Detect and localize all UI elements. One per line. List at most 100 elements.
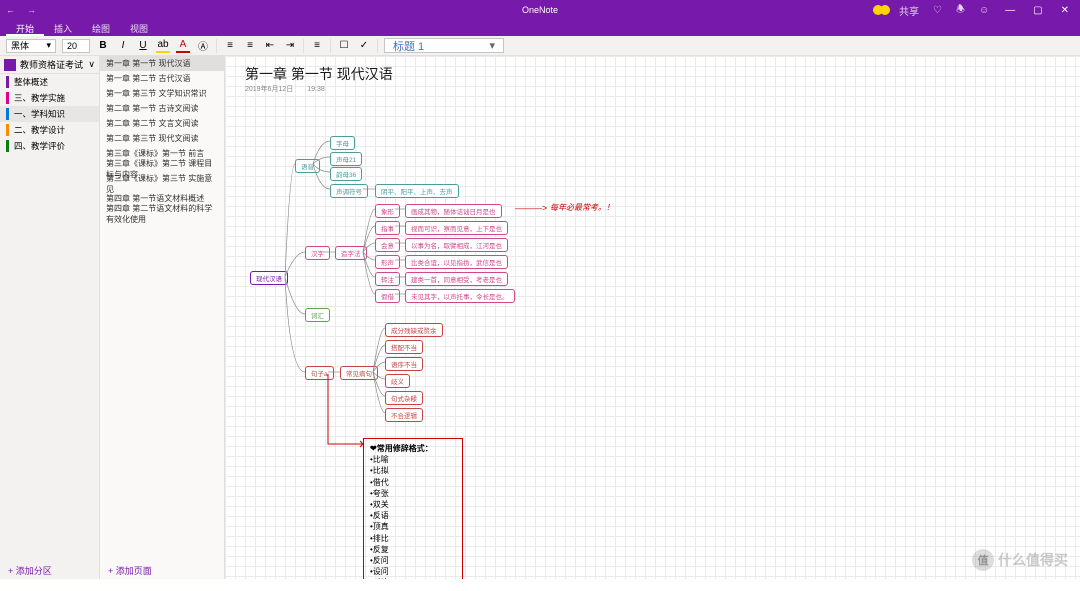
notebook-icon bbox=[4, 59, 16, 71]
mm-b2m[interactable]: 造字法 bbox=[335, 246, 367, 260]
mm-root[interactable]: 现代汉语 bbox=[250, 271, 288, 285]
mm-b1-3[interactable]: 韵母36 bbox=[330, 167, 362, 181]
mm-b1-1[interactable]: 字母 bbox=[330, 136, 355, 150]
mm-b2-4d[interactable]: 比类合谊，以见指㧑，武信是也 bbox=[405, 255, 508, 269]
callout-item: •顶真 bbox=[370, 521, 456, 532]
mm-b2-1[interactable]: 象形 bbox=[375, 204, 400, 218]
mm-b3[interactable]: 词汇 bbox=[305, 308, 330, 322]
page-item[interactable]: 第四章 第二节语文材料的科学有效化使用 bbox=[100, 206, 224, 221]
mm-b1-4d[interactable]: 阴平、阳平、上声、去声 bbox=[375, 184, 459, 198]
mm-b4-3[interactable]: 语序不当 bbox=[385, 357, 423, 371]
mm-b4-1[interactable]: 成分残缺或赘余 bbox=[385, 323, 443, 337]
window-close[interactable]: ✕ bbox=[1054, 5, 1076, 16]
callout-title: ❤常用修辞格式： bbox=[370, 443, 456, 454]
font-family-select[interactable]: 黑体▾ bbox=[6, 39, 56, 53]
section-item[interactable]: 三、教学实施 bbox=[0, 90, 99, 106]
outdent-button[interactable]: ⇤ bbox=[263, 39, 277, 53]
section-item[interactable]: 二、教学设计 bbox=[0, 122, 99, 138]
note-canvas[interactable]: 第一章 第一节 现代汉语 2019年6月12日19:38 现代汉语 语音 字母 … bbox=[225, 56, 1080, 579]
underline-button[interactable]: U bbox=[136, 39, 150, 53]
bullets-button[interactable]: ≡ bbox=[223, 39, 237, 53]
mm-b4-6[interactable]: 不合逻辑 bbox=[385, 408, 423, 422]
mm-b4m[interactable]: 常见病句 bbox=[340, 366, 378, 380]
align-button[interactable]: ≡ bbox=[310, 39, 324, 53]
ribbon: 黑体▾ 20 B I U ab A Ⓐ ≡ ≡ ⇤ ⇥ ≡ ☐ ✓ 标题 1▾ bbox=[0, 36, 1080, 56]
page-title[interactable]: 第一章 第一节 现代汉语 bbox=[245, 64, 393, 84]
callout-item: •反语 bbox=[370, 510, 456, 521]
section-item[interactable]: 四、教学评价 bbox=[0, 138, 99, 154]
add-page-button[interactable]: + 添加页面 bbox=[100, 561, 224, 579]
page-date: 2019年6月12日19:38 bbox=[245, 84, 325, 94]
notebook-title: 教师资格证考试 bbox=[20, 58, 83, 71]
mm-b1-2[interactable]: 声母21 bbox=[330, 152, 362, 166]
callout-item: •反问 bbox=[370, 555, 456, 566]
callout-item: •对比 bbox=[370, 577, 456, 579]
indent-button[interactable]: ⇥ bbox=[283, 39, 297, 53]
nav-forward[interactable]: → bbox=[21, 5, 42, 15]
watermark-badge-icon: 值 bbox=[972, 549, 994, 571]
window-max[interactable]: ▢ bbox=[1026, 5, 1049, 16]
font-size-select[interactable]: 20 bbox=[62, 39, 90, 53]
mm-b4-5[interactable]: 句式杂糅 bbox=[385, 391, 423, 405]
lightbulb-icon[interactable]: ♡ bbox=[928, 5, 947, 16]
mm-b4[interactable]: 句子a bbox=[305, 366, 334, 380]
account-avatars[interactable] bbox=[873, 5, 890, 15]
section-item[interactable]: 一、学科知识 bbox=[0, 106, 99, 122]
mm-b2-5d[interactable]: 建类一首，同意相受，考老是也 bbox=[405, 272, 508, 286]
mm-b2-6[interactable]: 假借 bbox=[375, 289, 400, 303]
mm-b2-3[interactable]: 会意 bbox=[375, 238, 400, 252]
callout-item: •夸张 bbox=[370, 488, 456, 499]
mm-b2-4[interactable]: 形声 bbox=[375, 255, 400, 269]
clear-format-button[interactable]: Ⓐ bbox=[196, 39, 210, 53]
page-item[interactable]: 第一章 第一节 现代汉语 bbox=[100, 56, 224, 71]
page-item[interactable]: 第一章 第二节 古代汉语 bbox=[100, 71, 224, 86]
window-min[interactable]: — bbox=[998, 5, 1022, 16]
nav-back[interactable]: ← bbox=[0, 5, 21, 15]
notebook-header[interactable]: 教师资格证考试 ∨ bbox=[0, 56, 99, 74]
mm-b2[interactable]: 汉字 bbox=[305, 246, 330, 260]
highlight-button[interactable]: ab bbox=[156, 39, 170, 53]
share-button[interactable]: 共享 bbox=[894, 3, 924, 18]
bold-button[interactable]: B bbox=[96, 39, 110, 53]
annotation-text[interactable]: 每年必最常考。！ bbox=[550, 202, 614, 213]
checkbox-button[interactable]: ☐ bbox=[337, 39, 351, 53]
ribbon-tabs: 开始 插入 绘图 视图 bbox=[0, 20, 1080, 36]
heading-style-select[interactable]: 标题 1▾ bbox=[384, 38, 504, 53]
section-sidebar: 教师资格证考试 ∨ 整体概述三、教学实施一、学科知识二、教学设计四、教学评价 +… bbox=[0, 56, 100, 579]
mm-b4-4[interactable]: 歧义 bbox=[385, 374, 410, 388]
page-item[interactable]: 第二章 第一节 古诗文阅读 bbox=[100, 101, 224, 116]
tab-insert[interactable]: 插入 bbox=[44, 20, 82, 36]
tab-home[interactable]: 开始 bbox=[6, 20, 44, 36]
callout-item: •反复 bbox=[370, 544, 456, 555]
italic-button[interactable]: I bbox=[116, 39, 130, 53]
callout-item: •比喻 bbox=[370, 454, 456, 465]
mm-b4-2[interactable]: 搭配不当 bbox=[385, 340, 423, 354]
mm-b2-6d[interactable]: 未见其字，以声托事，令长是也。 bbox=[405, 289, 515, 303]
callout-item: •双关 bbox=[370, 499, 456, 510]
font-color-button[interactable]: A bbox=[176, 39, 190, 53]
mm-b2-5[interactable]: 转注 bbox=[375, 272, 400, 286]
bell-icon[interactable]: 🕭 bbox=[951, 2, 970, 19]
page-item[interactable]: 第二章 第三节 现代文阅读 bbox=[100, 131, 224, 146]
annotation-arrow: ———> bbox=[515, 203, 547, 213]
page-item[interactable]: 第二章 第二节 文言文阅读 bbox=[100, 116, 224, 131]
tag-button[interactable]: ✓ bbox=[357, 39, 371, 53]
page-item[interactable]: 第三章《课标》第三节 实施意见 bbox=[100, 176, 224, 191]
add-section-button[interactable]: + 添加分区 bbox=[0, 561, 99, 579]
tab-draw[interactable]: 绘图 bbox=[82, 20, 120, 36]
mm-b1-4[interactable]: 声调符号 bbox=[330, 184, 368, 198]
mm-b1[interactable]: 语音 bbox=[295, 159, 320, 173]
callout-box[interactable]: ❤常用修辞格式： •比喻•比拟•借代•夸张•双关•反语•顶真•排比•反复•反问•… bbox=[363, 438, 463, 579]
page-item[interactable]: 第一章 第三节 文学知识常识 bbox=[100, 86, 224, 101]
numbering-button[interactable]: ≡ bbox=[243, 39, 257, 53]
smile-icon[interactable]: ☺ bbox=[974, 5, 994, 16]
mm-b2-2d[interactable]: 视而可识，察而见意，上下是也 bbox=[405, 221, 508, 235]
chevron-down-icon: ∨ bbox=[88, 59, 95, 70]
mm-b2-3d[interactable]: 以事为名，取譬相成，江河是也 bbox=[405, 238, 508, 252]
titlebar: ← → OneNote 共享 ♡ 🕭 ☺ — ▢ ✕ bbox=[0, 0, 1080, 20]
tab-view[interactable]: 视图 bbox=[120, 20, 158, 36]
section-item[interactable]: 整体概述 bbox=[0, 74, 99, 90]
mm-b2-1d[interactable]: 画成其物，随体诘诎日月是也 bbox=[405, 204, 502, 218]
mm-b2-2[interactable]: 指事 bbox=[375, 221, 400, 235]
callout-item: •排比 bbox=[370, 533, 456, 544]
